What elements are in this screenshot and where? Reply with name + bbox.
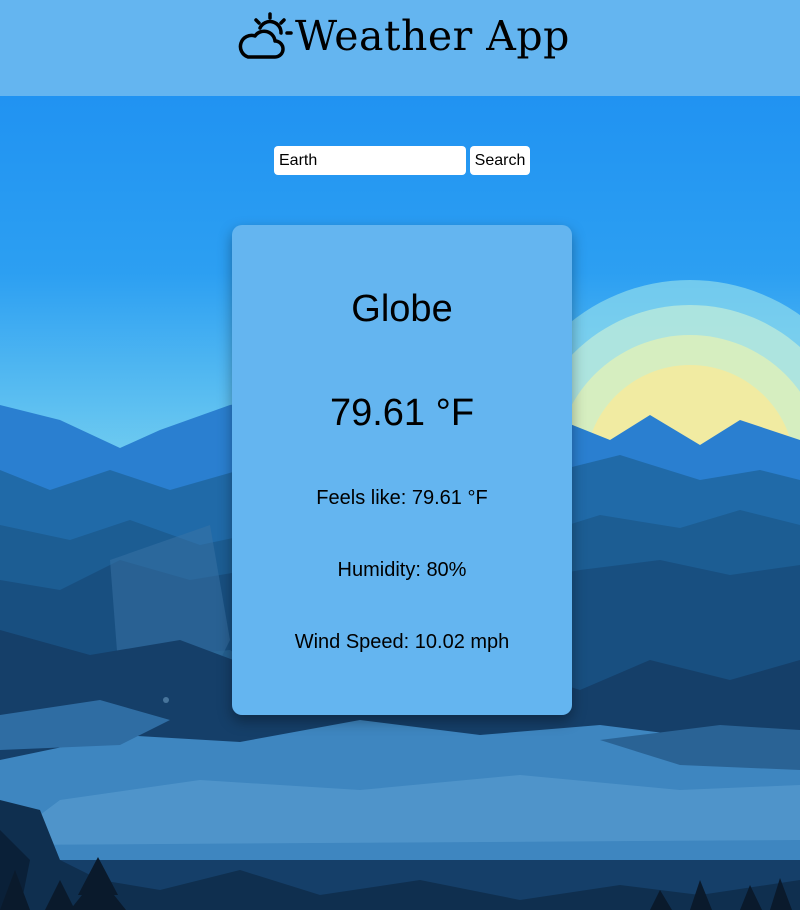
wind-speed: Wind Speed: 10.02 mph: [294, 631, 510, 653]
city-name: Globe: [351, 288, 453, 330]
feels-like: Feels like: 79.61 °F: [316, 487, 488, 509]
search-button[interactable]: Search: [470, 146, 530, 175]
temperature: 79.61 °F: [329, 392, 475, 434]
app-header: Weather App: [0, 0, 800, 96]
header-branding: Weather App: [237, 5, 570, 67]
humidity: Humidity: 80%: [337, 559, 467, 581]
search-input[interactable]: [274, 146, 466, 175]
app-title: Weather App: [295, 11, 570, 60]
sun-cloud-icon: [238, 12, 293, 59]
search-bar: Search: [274, 146, 530, 175]
